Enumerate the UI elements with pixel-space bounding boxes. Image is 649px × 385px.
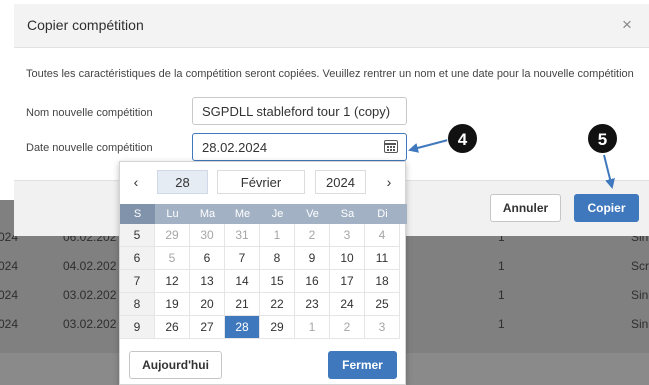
calendar-day[interactable]: 26 [155, 316, 190, 339]
weekday-header-cell: Di [377, 208, 388, 220]
calendar-day[interactable]: 2 [330, 316, 365, 339]
weekday-header-cell: Me [234, 208, 251, 220]
calendar-day[interactable]: 5 [155, 247, 190, 270]
table-cell: 04.02.202 [63, 259, 117, 273]
calendar-day[interactable]: 23 [295, 293, 330, 316]
year-field[interactable]: 2024 [315, 170, 366, 194]
calendar-day-selected[interactable]: 28 [225, 316, 260, 339]
calendar-day[interactable]: 24 [330, 293, 365, 316]
table-cell: 1 [498, 288, 505, 302]
table-cell: 024 [0, 317, 19, 331]
close-icon[interactable]: × [622, 16, 632, 34]
date-input[interactable] [192, 133, 407, 161]
weekday-header-cell: Lu [166, 208, 179, 220]
dialog-description: Toutes les caractéristiques de la compét… [26, 68, 634, 80]
calendar-day[interactable]: 3 [365, 316, 400, 339]
table-cell: Sin [631, 317, 649, 331]
table-cell: Scr [631, 259, 649, 273]
name-input[interactable] [192, 97, 407, 125]
calendar-day[interactable]: 16 [295, 270, 330, 293]
table-cell: 1 [498, 317, 505, 331]
table-cell: 03.02.202 [63, 288, 117, 302]
day-field[interactable]: 28 [157, 170, 208, 194]
calendar-day[interactable]: 12 [155, 270, 190, 293]
calendar-day[interactable]: 4 [365, 224, 400, 247]
table-cell: 024 [0, 259, 19, 273]
step-4-badge: 4 [447, 123, 478, 154]
week-number-header: S [120, 204, 155, 224]
calendar-day[interactable]: 30 [190, 224, 225, 247]
copy-button[interactable]: Copier [574, 194, 639, 222]
weekday-header-cell: Ve [306, 208, 319, 220]
dialog-header: Copier compétition × [14, 4, 649, 48]
chevron-left-icon[interactable]: ‹ [126, 170, 146, 194]
calendar-day[interactable]: 21 [225, 293, 260, 316]
calendar-day[interactable]: 17 [330, 270, 365, 293]
calendar-day[interactable]: 31 [225, 224, 260, 247]
calendar-icon[interactable] [384, 140, 398, 153]
weekday-header-cell: Je [271, 208, 284, 220]
calendar-day[interactable]: 18 [365, 270, 400, 293]
calendar-day[interactable]: 20 [190, 293, 225, 316]
week-number: 8 [120, 293, 155, 316]
weekday-header: S Lu Ma Me Je Ve Sa Di [120, 204, 407, 224]
calendar-day[interactable]: 27 [190, 316, 225, 339]
calendar-day[interactable]: 2 [295, 224, 330, 247]
table-cell: 03.02.202 [63, 317, 117, 331]
table-cell: 024 [0, 288, 19, 302]
chevron-right-icon[interactable]: › [379, 170, 399, 194]
table-cell: 1 [498, 259, 505, 273]
calendar-day[interactable]: 1 [295, 316, 330, 339]
close-button[interactable]: Fermer [328, 351, 397, 379]
week-number: 7 [120, 270, 155, 293]
week-number: 9 [120, 316, 155, 339]
week-number: 6 [120, 247, 155, 270]
weekday-header-cell: Ma [199, 208, 216, 220]
calendar-day[interactable]: 29 [155, 224, 190, 247]
dialog-title: Copier compétition [27, 17, 144, 33]
date-picker: ‹ 28 Février 2024 › S Lu Ma Me Je Ve Sa Di 5 29 3… [119, 161, 407, 385]
calendar-day[interactable]: 25 [365, 293, 400, 316]
calendar-day[interactable]: 1 [260, 224, 295, 247]
calendar-day[interactable]: 9 [295, 247, 330, 270]
calendar-day[interactable]: 6 [190, 247, 225, 270]
calendar-day[interactable]: 19 [155, 293, 190, 316]
step-5-badge: 5 [587, 123, 618, 154]
weekday-header-cell: Sa [340, 208, 355, 220]
calendar-day[interactable]: 11 [365, 247, 400, 270]
calendar-day[interactable]: 7 [225, 247, 260, 270]
calendar-day[interactable]: 10 [330, 247, 365, 270]
table-cell: Sin [631, 288, 649, 302]
calendar-day[interactable]: 14 [225, 270, 260, 293]
calendar-day[interactable]: 13 [190, 270, 225, 293]
week-number: 5 [120, 224, 155, 247]
date-label: Date nouvelle compétition [26, 142, 153, 154]
calendar-day[interactable]: 8 [260, 247, 295, 270]
calendar-day[interactable]: 22 [260, 293, 295, 316]
calendar-day[interactable]: 29 [260, 316, 295, 339]
calendar-day[interactable]: 3 [330, 224, 365, 247]
name-label: Nom nouvelle compétition [26, 107, 153, 119]
calendar-day[interactable]: 15 [260, 270, 295, 293]
today-button[interactable]: Aujourd'hui [129, 351, 222, 379]
cancel-button[interactable]: Annuler [490, 194, 561, 222]
month-field[interactable]: Février [217, 170, 305, 194]
